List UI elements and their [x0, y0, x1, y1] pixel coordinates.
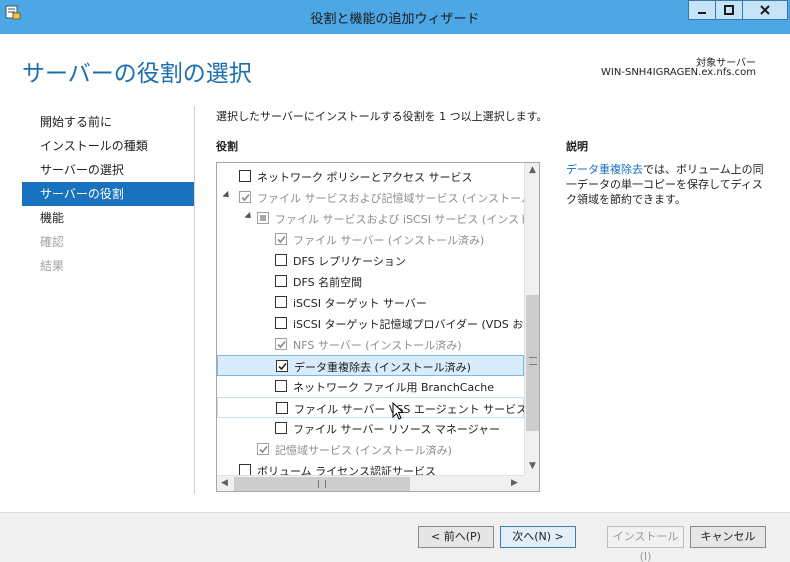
- description-panel: データ重複除去では、ボリューム上の同一データの単一コピーを保存してディスク領域を…: [566, 162, 768, 207]
- checkmark-icon: [277, 340, 286, 349]
- expand-arrow-icon[interactable]: [222, 190, 232, 201]
- scroll-down-icon[interactable]: ▼: [529, 461, 536, 471]
- vertical-scrollbar[interactable]: ▲ ▼: [524, 163, 539, 475]
- roles-list[interactable]: ネットワーク ポリシーとアクセス サービスファイル サービスおよび記憶域サービス…: [216, 162, 540, 492]
- role-row[interactable]: ネットワーク ポリシーとアクセス サービス: [217, 166, 524, 187]
- role-label: データ重複除去 (インストール済み): [294, 361, 471, 374]
- destination-server-name: WIN-SNH4IGRAGEN.ex.nfs.com: [601, 67, 756, 78]
- window-title: 役割と機能の追加ウィザード: [310, 12, 480, 27]
- nav-item-confirmation: 確認: [40, 235, 65, 249]
- nav-divider: [194, 106, 195, 494]
- role-row[interactable]: NFS サーバー (インストール済み): [217, 334, 524, 355]
- description-link[interactable]: データ重複除去: [566, 163, 643, 176]
- role-checkbox[interactable]: [275, 233, 287, 245]
- next-button[interactable]: 次へ(N) >: [500, 526, 576, 548]
- horizontal-scrollbar[interactable]: ◀ ▶: [217, 475, 524, 491]
- mouse-cursor-icon: [392, 402, 404, 420]
- nav-item-server-roles[interactable]: サーバーの役割: [22, 182, 194, 206]
- wizard-window: 役割と機能の追加ウィザード サーバーの役割の選択 対象サーバー WIN-SNH4…: [0, 0, 790, 562]
- role-label: iSCSI ターゲット記憶域プロバイダー (VDS およ: [293, 318, 535, 331]
- previous-button[interactable]: < 前へ(P): [418, 526, 494, 548]
- role-label: ファイル サービスおよび記憶域サービス (インストール済み: [257, 192, 540, 205]
- minimize-icon: [698, 12, 706, 14]
- install-button: インストール(I): [607, 526, 684, 562]
- role-row[interactable]: DFS 名前空間: [217, 271, 524, 292]
- scroll-right-icon[interactable]: ▶: [511, 478, 518, 488]
- scroll-up-icon[interactable]: ▲: [529, 165, 536, 175]
- role-label: iSCSI ターゲット サーバー: [293, 297, 427, 310]
- checkmark-icon: [278, 362, 287, 371]
- nav-item-before-you-begin[interactable]: 開始する前に: [22, 110, 194, 134]
- role-checkbox[interactable]: [275, 422, 287, 434]
- role-row[interactable]: iSCSI ターゲット記憶域プロバイダー (VDS およ: [217, 313, 534, 334]
- role-checkbox[interactable]: [275, 380, 287, 392]
- role-row[interactable]: ファイル サービスおよび iSCSI サービス (インストール: [217, 208, 539, 229]
- nav-item-server-selection[interactable]: サーバーの選択: [22, 158, 194, 182]
- role-checkbox[interactable]: [239, 191, 251, 203]
- role-checkbox[interactable]: [275, 296, 287, 308]
- minimize-button[interactable]: [688, 0, 716, 20]
- role-checkbox[interactable]: [275, 317, 287, 329]
- page-title: サーバーの役割の選択: [22, 61, 252, 87]
- role-checkbox[interactable]: [257, 443, 269, 455]
- indeterminate-icon: [260, 215, 266, 221]
- close-icon: [760, 5, 770, 15]
- grip-icon: [318, 480, 326, 488]
- role-label: ファイル サービスおよび iSCSI サービス (インストール: [275, 213, 540, 226]
- nav-item-features[interactable]: 機能: [22, 206, 194, 230]
- vertical-scroll-thumb[interactable]: [526, 295, 539, 431]
- role-row[interactable]: ネットワーク ファイル用 BranchCache: [217, 376, 524, 397]
- role-checkbox[interactable]: [275, 275, 287, 287]
- grip-icon: [529, 357, 537, 365]
- role-checkbox[interactable]: [275, 338, 287, 350]
- role-label: NFS サーバー (インストール済み): [293, 339, 462, 352]
- role-label: ネットワーク ポリシーとアクセス サービス: [257, 171, 473, 184]
- nav-item-results: 結果: [40, 259, 65, 273]
- role-row[interactable]: データ重複除去 (インストール済み): [217, 355, 524, 376]
- role-label: DFS レプリケーション: [293, 255, 406, 268]
- checkmark-icon: [259, 445, 268, 454]
- title-bar[interactable]: 役割と機能の追加ウィザード: [0, 0, 790, 34]
- page-header: サーバーの役割の選択 対象サーバー WIN-SNH4IGRAGEN.ex.nfs…: [0, 34, 790, 100]
- instruction-text: 選択したサーバーにインストールする役割を 1 つ以上選択します。: [216, 110, 548, 123]
- scroll-corner: [524, 475, 539, 491]
- role-label: 記憶域サービス (インストール済み): [275, 444, 452, 457]
- checkmark-icon: [241, 193, 250, 202]
- role-label: ネットワーク ファイル用 BranchCache: [293, 381, 495, 394]
- checkmark-icon: [277, 235, 286, 244]
- role-label: ファイル サーバー (インストール済み): [293, 234, 485, 247]
- nav-item-installation-type[interactable]: インストールの種類: [22, 134, 194, 158]
- role-row[interactable]: ファイル サーバー VSS エージェント サービス: [217, 397, 528, 418]
- role-checkbox[interactable]: [275, 254, 287, 266]
- role-checkbox[interactable]: [257, 212, 269, 224]
- expand-arrow-icon[interactable]: [244, 211, 254, 222]
- maximize-button[interactable]: [715, 0, 743, 20]
- role-label: ファイル サーバー リソース マネージャー: [293, 423, 501, 436]
- role-row[interactable]: ファイル サービスおよび記憶域サービス (インストール済み: [217, 187, 539, 208]
- role-label: ファイル サーバー VSS エージェント サービス: [294, 403, 528, 416]
- description-header: 説明: [566, 140, 588, 153]
- role-row[interactable]: iSCSI ターゲット サーバー: [217, 292, 524, 313]
- role-row[interactable]: ファイル サーバー リソース マネージャー: [217, 418, 524, 439]
- role-row[interactable]: DFS レプリケーション: [217, 250, 524, 271]
- role-row[interactable]: ファイル サーバー (インストール済み): [217, 229, 524, 250]
- wizard-nav: 開始する前に インストールの種類 サーバーの選択 サーバーの役割 機能 確認 結…: [22, 110, 194, 278]
- role-checkbox[interactable]: [276, 402, 288, 414]
- close-button[interactable]: [742, 0, 788, 20]
- role-row[interactable]: 記憶域サービス (インストール済み): [217, 439, 524, 460]
- role-checkbox[interactable]: [239, 170, 251, 182]
- horizontal-scroll-thumb[interactable]: [234, 477, 410, 491]
- roles-header: 役割: [216, 140, 238, 153]
- role-checkbox[interactable]: [276, 360, 288, 372]
- role-label: DFS 名前空間: [293, 276, 363, 289]
- scroll-left-icon[interactable]: ◀: [221, 478, 228, 488]
- cancel-button[interactable]: キャンセル: [690, 526, 766, 548]
- maximize-icon: [724, 5, 734, 15]
